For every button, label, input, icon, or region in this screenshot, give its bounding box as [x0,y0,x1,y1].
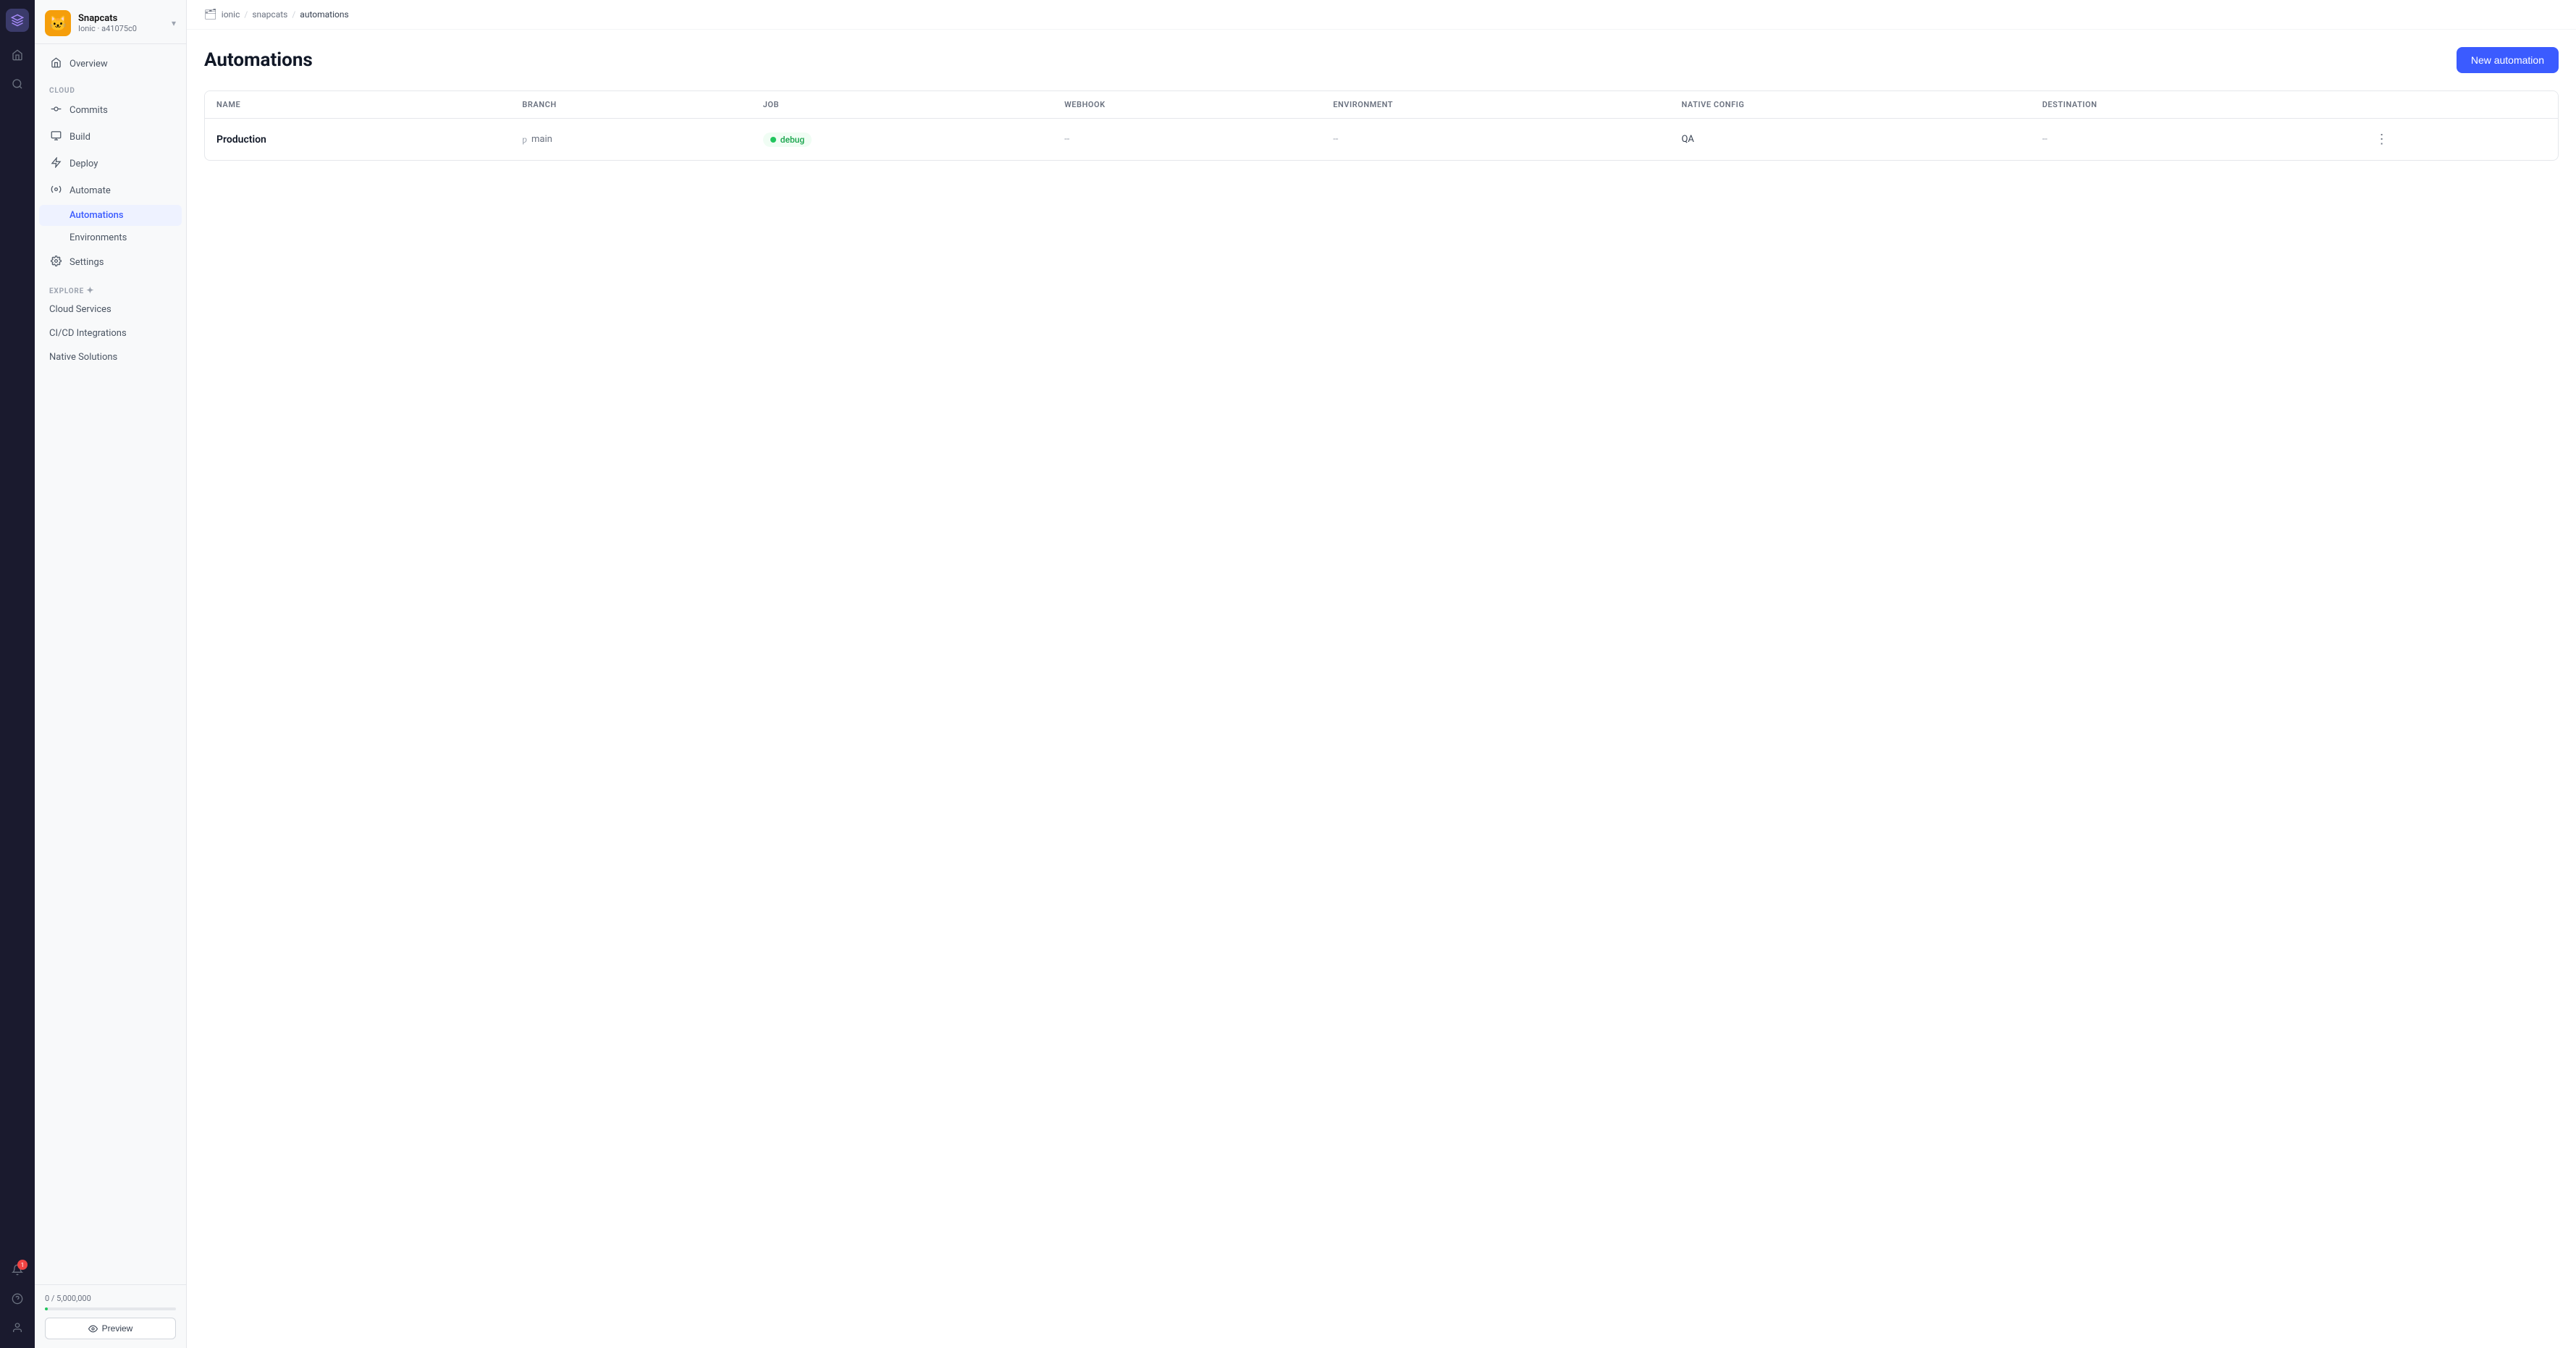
app-logo-icon[interactable] [6,9,29,32]
col-webhook: WEBHOOK [1053,91,1321,119]
search-icon[interactable] [6,72,29,96]
sidebar-header: 🐱 Snapcats Ionic · a41075c0 ▾ [35,0,186,44]
notification-icon[interactable]: 1 [6,1258,29,1281]
col-destination: DESTINATION [2031,91,2358,119]
native-config-value: QA [1681,134,1693,145]
icon-bar: 1 [0,0,35,1348]
sidebar: 🐱 Snapcats Ionic · a41075c0 ▾ Overview C… [35,0,187,1348]
col-actions [2358,91,2558,119]
sidebar-footer: 0 / 5,000,000 Preview [35,1284,186,1348]
sidebar-item-label: Overview [70,59,108,69]
sidebar-item-cicd[interactable]: CI/CD Integrations [39,322,182,345]
preview-button-label: Preview [102,1323,133,1334]
table-header-row: NAME BRANCH JOB WEBHOOK ENVIRONMENT NATI… [205,91,2558,119]
sidebar-item-commits[interactable]: Commits [39,98,182,123]
branch-name: main [531,134,552,145]
app-name: Snapcats [78,13,164,24]
automate-icon [49,184,62,198]
col-job: JOB [752,91,1053,119]
chevron-down-icon[interactable]: ▾ [172,18,176,28]
cell-row-actions: ⋮ [2358,119,2558,161]
settings-icon [49,256,62,269]
breadcrumb-org[interactable]: ionic [222,9,240,20]
webhook-value: -- [1064,134,1069,145]
sidebar-item-environments[interactable]: Environments [39,227,182,248]
sidebar-item-cloud-services[interactable]: Cloud Services [39,298,182,321]
sidebar-item-label: Settings [70,257,104,268]
branch-cell: ƿ main [522,134,739,145]
section-explore-label: EXPLORE ✦ [35,277,186,298]
cell-job: debug [752,119,1053,161]
app-logo: 🐱 [45,10,71,36]
sidebar-item-native-solutions[interactable]: Native Solutions [39,346,182,368]
sidebar-item-label: CI/CD Integrations [49,328,127,339]
cell-branch: ƿ main [510,119,751,161]
row-more-menu-button[interactable]: ⋮ [2370,129,2394,150]
automations-table: NAME BRANCH JOB WEBHOOK ENVIRONMENT NATI… [204,90,2559,161]
app-info: Snapcats Ionic · a41075c0 [78,13,164,33]
breadcrumb-current: automations [300,9,348,20]
cell-name: Production [205,119,510,161]
cell-webhook: -- [1053,119,1321,161]
destination-value: -- [2042,134,2047,145]
page-header: Automations New automation [204,47,2559,73]
branch-icon: ƿ [522,135,527,145]
sidebar-item-label: Environments [70,232,127,243]
cell-destination: -- [2031,119,2358,161]
breadcrumb-icon: 🗂 [204,9,217,20]
page-title: Automations [204,49,313,71]
usage-progress-bar-bg [45,1307,176,1310]
content-area: Automations New automation NAME BRANCH J… [187,30,2576,1348]
usage-label: 0 / 5,000,000 [45,1294,176,1303]
sidebar-item-label: Automate [70,185,111,196]
new-automation-button[interactable]: New automation [2457,47,2559,73]
environment-value: -- [1333,134,1338,145]
sidebar-item-settings[interactable]: Settings [39,250,182,275]
breadcrumb-repo[interactable]: snapcats [252,9,287,20]
sidebar-item-build[interactable]: Build [39,125,182,150]
sidebar-item-overview[interactable]: Overview [39,51,182,77]
sidebar-item-label: Deploy [70,159,98,169]
deploy-icon [49,157,62,171]
sidebar-item-deploy[interactable]: Deploy [39,151,182,177]
home-nav-icon [49,57,62,71]
home-icon[interactable] [6,43,29,67]
help-icon[interactable] [6,1287,29,1310]
section-cloud-label: CLOUD [35,78,186,98]
col-branch: BRANCH [510,91,751,119]
cell-environment: -- [1321,119,1670,161]
job-badge: debug [763,132,812,147]
job-name: debug [780,135,804,145]
sidebar-nav: Overview CLOUD Commits Build [35,44,186,1284]
notification-badge: 1 [17,1260,28,1270]
breadcrumb-sep-1: / [244,9,248,20]
commits-icon [49,104,62,117]
job-status-dot [770,137,776,143]
user-icon[interactable] [6,1316,29,1339]
col-native-config: NATIVE CONFIG [1670,91,2030,119]
sidebar-item-label: Cloud Services [49,304,111,315]
automations-table-element: NAME BRANCH JOB WEBHOOK ENVIRONMENT NATI… [205,91,2558,160]
sidebar-item-label: Commits [70,105,108,116]
row-name-label: Production [216,134,266,146]
sidebar-item-label: Native Solutions [49,352,117,363]
breadcrumb: 🗂 ionic / snapcats / automations [187,0,2576,30]
build-icon [49,130,62,144]
breadcrumb-sep-2: / [292,9,295,20]
col-environment: ENVIRONMENT [1321,91,1670,119]
preview-button[interactable]: Preview [45,1318,176,1339]
col-name: NAME [205,91,510,119]
usage-progress-fill [45,1307,48,1310]
main-content: 🗂 ionic / snapcats / automations Automat… [187,0,2576,1348]
sidebar-item-automations[interactable]: Automations [39,205,182,226]
table-row[interactable]: Production ƿ main debug [205,119,2558,161]
sidebar-item-automate[interactable]: Automate [39,178,182,203]
sidebar-item-label: Build [70,132,91,143]
cell-native-config: QA [1670,119,2030,161]
sidebar-item-label: Automations [70,210,124,221]
app-subtitle: Ionic · a41075c0 [78,24,164,33]
